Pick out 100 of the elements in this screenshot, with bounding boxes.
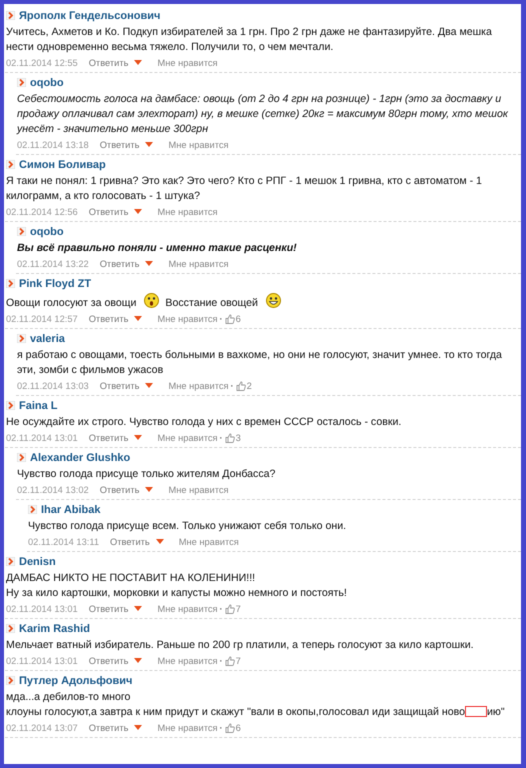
arrow-icon [6, 624, 15, 633]
like-link[interactable]: Мне нравится [168, 484, 229, 494]
caret-icon[interactable] [145, 261, 154, 266]
author-name[interactable]: valeria [30, 332, 65, 344]
comment-date: 02.11.2014 13:01 [6, 432, 78, 442]
arrow-icon [17, 78, 26, 87]
comment-text: Мельчает ватный избиратель. Раньше по 200 гр платили, а теперь голосуют за кило картошки. [6, 639, 474, 651]
separator-dot: · [230, 380, 234, 390]
thumbs-up-icon [224, 314, 235, 324]
comment-text: Чувство голода присуще всем. Только унижают себя только они. [28, 520, 346, 532]
thumbs-up-icon [224, 604, 235, 614]
arrow-icon [6, 557, 15, 566]
like-link[interactable]: Мне нравится [157, 604, 218, 614]
reply-link[interactable]: Ответить [88, 58, 128, 68]
reply-link[interactable]: Ответить [88, 206, 128, 216]
like-link[interactable]: Мне нравится [157, 58, 218, 68]
separator-dot: · [220, 722, 223, 732]
author-name[interactable]: Faina L [19, 400, 58, 412]
like-link[interactable]: Мне нравится [168, 258, 229, 268]
comment-text: Учитесь, Ахметов и Ко. Подкуп избирателей за 1 грн. Про 2 грн даже не фантазируйте. Два мешка нести одновременно весьма тяжело. Получили то, о чем мечтали. [6, 26, 492, 53]
reply-link[interactable]: Ответить [88, 314, 128, 324]
reply-link[interactable]: Ответить [100, 258, 140, 268]
caret-icon[interactable] [156, 539, 164, 544]
caret-icon[interactable] [145, 142, 154, 147]
thumbs-up-icon [224, 432, 235, 442]
thumbs-up-icon [224, 656, 235, 666]
comment-text: Не осуждайте их строго. Чувство голода у них с времен СССР осталось - совки. [6, 416, 402, 428]
comment-date: 02.11.2014 13:03 [17, 380, 89, 390]
caret-icon[interactable] [134, 60, 142, 65]
caret-icon[interactable] [134, 435, 142, 440]
comment-text: клоуны голосуют,а завтра к ним придут и скажут "вали в окопы,голосовал иди защищай ново [6, 706, 465, 718]
reply-link[interactable]: Ответить [88, 604, 128, 614]
author-name[interactable]: oqobo [30, 76, 64, 88]
like-count: 6 [236, 314, 241, 324]
comment-text: Ну за кило картошки, морковки и капусты можно немного и постоять! [6, 587, 347, 599]
arrow-icon [17, 227, 26, 236]
author-name[interactable]: Ярополк Гендельсонович [19, 10, 160, 22]
comment-text: Вы всё правильно поняли - именно такие расценки! [17, 242, 297, 254]
author-name[interactable]: oqobo [30, 226, 64, 238]
arrow-icon [6, 279, 15, 288]
caret-icon[interactable] [134, 725, 142, 730]
like-count: 3 [236, 432, 241, 442]
comment-text: я работаю с овощами, тоесть больными в вахкоме, но они не голосуют, значит умнее. то кто тогда эти, зомби с фильмов ужасов [17, 349, 502, 376]
like-link[interactable]: Мне нравится [157, 722, 218, 732]
laughing-emoji-icon [266, 293, 281, 308]
author-name[interactable]: Pink Floyd ZT [19, 278, 92, 290]
reply-link[interactable]: Ответить [100, 484, 140, 494]
like-link[interactable]: Мне нравится [168, 140, 229, 150]
arrow-icon [17, 453, 26, 462]
like-link[interactable]: Мне нравится [157, 314, 218, 324]
comment-date: 02.11.2014 12:57 [6, 314, 78, 324]
comment-text: Себестоимость голоса на дамбасе: овощь (от 2 до 4 грн на рознице) - 1грн (это за доставку и продажу оплачивал сам элехторат) ну, в мешке (сетке) 20кг = максимум 80грн тому, хто мешок унесёт - значительно меньше 300грн [17, 93, 508, 135]
author-name[interactable]: Ihar Abibak [41, 504, 100, 516]
separator-dot: · [220, 604, 223, 614]
arrow-icon [6, 676, 15, 685]
surprised-emoji-icon [144, 293, 160, 308]
author-name[interactable]: Путлер Адольфович [19, 674, 132, 686]
author-name[interactable]: Alexander Glushko [30, 452, 130, 464]
caret-icon[interactable] [134, 316, 142, 321]
comment-text: мда...а дебилов-то много [6, 691, 130, 703]
comment-date: 02.11.2014 13:11 [28, 536, 99, 546]
arrow-icon [6, 401, 15, 410]
comment-text: Овощи голосуют за овощи [6, 297, 136, 309]
arrow-icon [6, 160, 15, 169]
reply-link[interactable]: Ответить [100, 380, 140, 390]
caret-icon[interactable] [134, 209, 142, 214]
redaction-box [464, 706, 487, 717]
reply-link[interactable]: Ответить [88, 432, 128, 442]
like-link[interactable]: Мне нравится [157, 656, 218, 666]
caret-icon[interactable] [145, 487, 154, 492]
caret-icon[interactable] [134, 658, 142, 663]
separator-dot: · [220, 656, 223, 666]
like-count: 6 [236, 722, 241, 732]
like-link[interactable]: Мне нравится [157, 432, 218, 442]
comment-text: ДАМБАС НИКТО НЕ ПОСТАВИТ НА КОЛЕНИНИ!!! [6, 572, 256, 584]
author-name[interactable]: Denisn [19, 556, 56, 568]
comment-date: 02.11.2014 13:02 [17, 484, 89, 494]
caret-icon[interactable] [145, 383, 154, 388]
reply-link[interactable]: Ответить [88, 722, 128, 732]
caret-icon[interactable] [134, 606, 142, 611]
like-link[interactable]: Мне нравится [178, 536, 239, 546]
thumbs-up-icon [236, 380, 246, 390]
like-count: 7 [236, 604, 241, 614]
comment-date: 02.11.2014 12:55 [6, 58, 78, 68]
like-link[interactable]: Мне нравится [168, 380, 229, 390]
author-name[interactable]: Karim Rashid [19, 622, 90, 634]
separator-dot: · [220, 314, 223, 324]
comment-text: ию" [486, 706, 505, 718]
reply-link[interactable]: Ответить [88, 656, 128, 666]
like-link[interactable]: Мне нравится [157, 206, 218, 216]
arrow-icon [6, 11, 15, 20]
comment-date: 02.11.2014 13:22 [17, 258, 89, 268]
thumbs-up-icon [224, 722, 235, 732]
comment-date: 02.11.2014 13:01 [6, 604, 78, 614]
arrow-icon [17, 334, 26, 343]
comment-text: Я таки не понял: 1 гривна? Это как? Это чего? Кто с РПГ - 1 мешок 1 гривна, кто с автоматом - 1 килограмм, а кто голосовать - 1 штука? [6, 175, 482, 202]
reply-link[interactable]: Ответить [110, 536, 150, 546]
author-name[interactable]: Симон Боливар [19, 158, 106, 170]
comment-text: Чувство голода присуще только жителям Донбасса? [17, 468, 276, 480]
reply-link[interactable]: Ответить [100, 140, 140, 150]
